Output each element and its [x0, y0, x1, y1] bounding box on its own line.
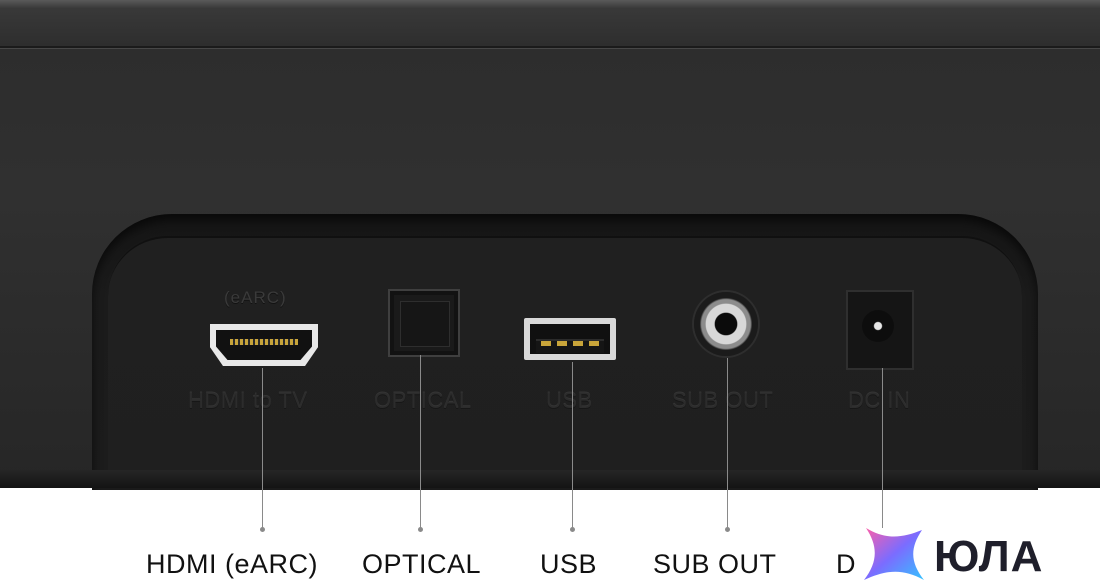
callout-label-sub-out: SUB OUT	[653, 549, 777, 579]
soundbar-bottom-edge	[0, 470, 1100, 488]
hdmi-port-opening	[216, 330, 312, 360]
callout-line-dc-in	[882, 368, 883, 528]
earc-embossed-label: (eARC)	[224, 288, 287, 307]
callout-line-optical	[420, 355, 421, 528]
hdmi-embossed-label: HDMI to TV	[188, 388, 308, 413]
callout-line-sub-out	[727, 358, 728, 528]
callout-label-usb: USB	[540, 549, 598, 579]
sub-out-rca-jack	[694, 292, 758, 356]
optical-embossed-label: OPTICAL	[374, 388, 472, 413]
usb-pin	[541, 341, 551, 346]
callout-dot-optical	[418, 527, 423, 532]
soundbar-top-edge	[0, 0, 1100, 8]
callout-dot-usb	[570, 527, 575, 532]
panel-seam	[0, 46, 1100, 48]
callout-dot-hdmi	[260, 527, 265, 532]
usb-pin	[557, 341, 567, 346]
optical-port-shutter	[400, 301, 450, 347]
callout-line-hdmi	[262, 368, 263, 528]
callout-label-hdmi: HDMI (eARC)	[146, 549, 318, 579]
callout-label-dc-in: D	[836, 549, 856, 579]
sub-out-embossed-label: SUB OUT	[672, 388, 774, 413]
callout-label-optical: OPTICAL	[362, 549, 482, 579]
hdmi-pins	[230, 339, 298, 345]
dc-in-socket	[862, 310, 894, 342]
callout-dot-sub-out	[725, 527, 730, 532]
dc-in-embossed-label: DC IN	[848, 388, 911, 413]
callout-line-usb	[572, 362, 573, 528]
yula-logo-text: ЮЛА	[934, 532, 1044, 581]
usb-pin	[573, 341, 583, 346]
usb-embossed-label: USB	[546, 388, 593, 413]
usb-pin	[589, 341, 599, 346]
